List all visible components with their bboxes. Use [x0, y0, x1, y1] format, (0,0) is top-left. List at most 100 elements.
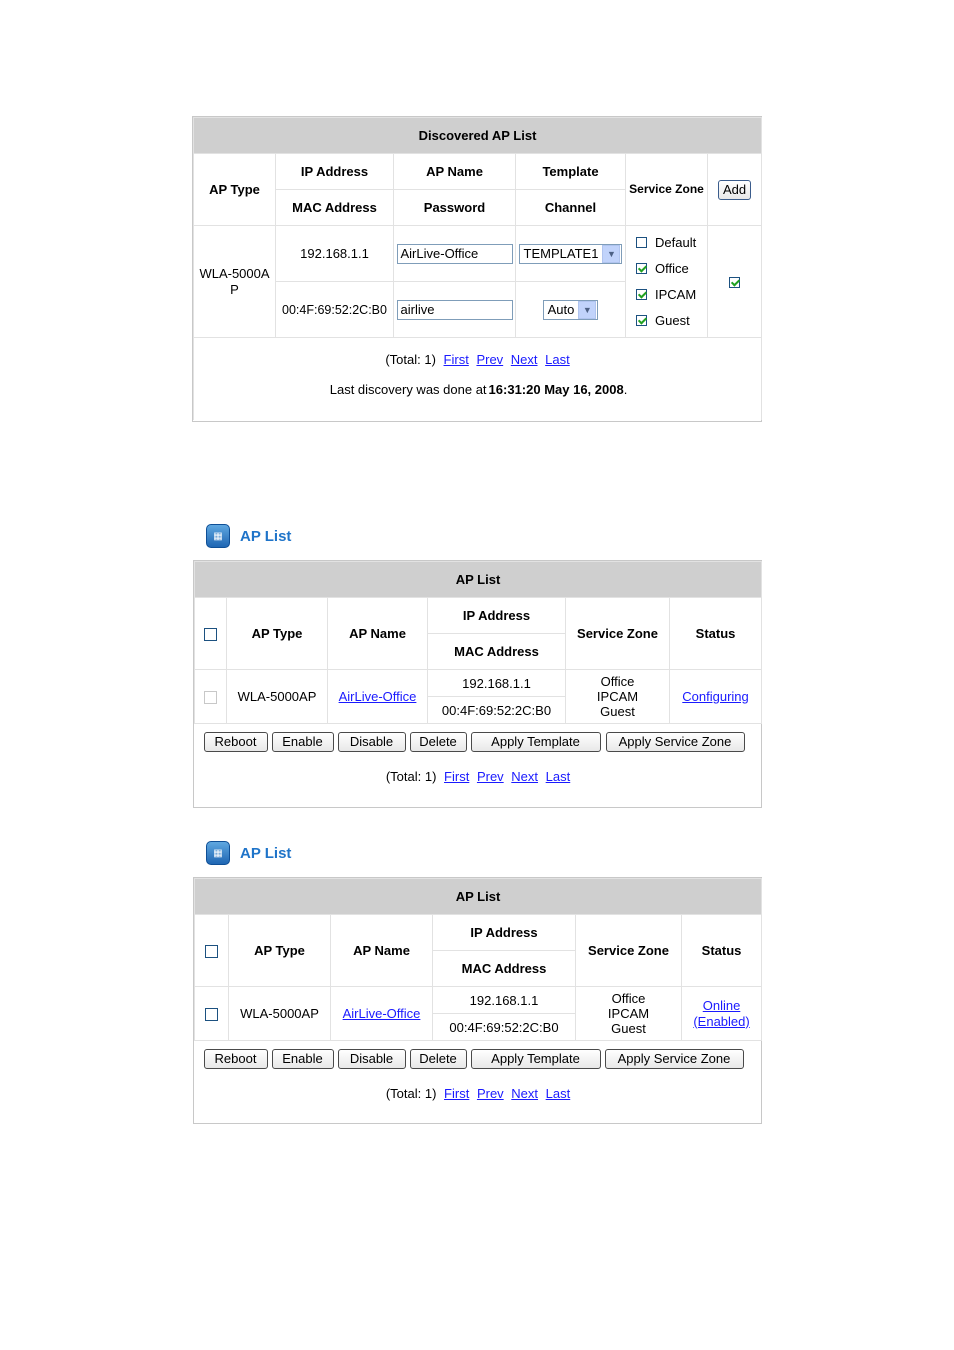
- channel-select[interactable]: Auto ▼: [542, 299, 599, 320]
- select-all-cell: [194, 597, 227, 670]
- password-cell: airlive: [393, 281, 516, 338]
- ap-list-title: AP List: [193, 878, 763, 915]
- pager-prev-link[interactable]: Prev: [476, 352, 503, 367]
- zone-checkbox-office[interactable]: [636, 263, 647, 274]
- col-service-zone: Service Zone: [565, 597, 670, 670]
- table-row: WLA-5000AP AirLive-Office 192.168.1.1 Of…: [194, 986, 763, 1041]
- template-cell: TEMPLATE1 ▼: [515, 225, 626, 282]
- discovered-footer: (Total: 1) First Prev Next Last Last dis…: [192, 337, 763, 420]
- disable-button[interactable]: Disable: [337, 732, 406, 752]
- ap-list-table-1: AP List AP Type AP Name IP Address Servi…: [193, 561, 763, 808]
- ap-list-title: AP List: [193, 561, 763, 598]
- mac-cell: 00:4F:69:52:2C:B0: [427, 696, 566, 724]
- chevron-down-icon: ▼: [602, 244, 621, 263]
- col-ap-type: AP Type: [226, 597, 328, 670]
- delete-button[interactable]: Delete: [409, 732, 467, 752]
- pager-last-link[interactable]: Last: [546, 1086, 571, 1101]
- ap-list-footer: Reboot Enable Disable Delete Apply Templ…: [195, 724, 762, 808]
- col-template: Template: [515, 153, 626, 190]
- discovered-ap-table: Discovered AP List AP Type IP Address AP…: [192, 117, 763, 420]
- discovered-ap-title: Discovered AP List: [192, 117, 763, 154]
- mac-cell: 00:4F:69:52:2C:B0: [275, 281, 394, 338]
- col-channel: Channel: [515, 189, 626, 226]
- status-online-link[interactable]: Online: [703, 998, 741, 1013]
- col-ap-name: AP Name: [327, 597, 428, 670]
- zone-label: Guest: [655, 313, 690, 328]
- pager: (Total: 1) First Prev Next Last: [385, 769, 571, 784]
- pager-next-link[interactable]: Next: [511, 769, 538, 784]
- password-input[interactable]: airlive: [396, 299, 513, 320]
- ip-cell: 192.168.1.1: [427, 669, 566, 697]
- select-all-checkbox[interactable]: [204, 628, 217, 642]
- row-checkbox[interactable]: [205, 1008, 218, 1022]
- zone-cell: Default Office IPCAM Guest: [625, 225, 708, 338]
- enable-button[interactable]: Enable: [271, 732, 334, 752]
- add-check-cell: [706, 225, 763, 338]
- grid-icon: ▦: [206, 524, 230, 548]
- discovery-note: Last discovery was done at 16:31:20 May 1…: [329, 382, 628, 397]
- ap-type-cell: WLA-5000AP: [193, 225, 276, 338]
- pager-next-link[interactable]: Next: [511, 352, 538, 367]
- pager-prev-link[interactable]: Prev: [477, 769, 504, 784]
- col-ip-address: IP Address: [427, 597, 566, 634]
- pager-last-link[interactable]: Last: [545, 352, 570, 367]
- template-select[interactable]: TEMPLATE1 ▼: [518, 243, 623, 264]
- zone-cell: Office IPCAM Guest: [575, 986, 682, 1041]
- status-enabled-link[interactable]: (Enabled): [693, 1014, 749, 1029]
- row-checkbox[interactable]: [204, 691, 217, 705]
- ap-type-cell: WLA-5000AP: [226, 669, 328, 724]
- zone-label: Office: [655, 261, 689, 276]
- ip-cell: 192.168.1.1: [275, 225, 394, 282]
- col-service-zone: Service Zone: [625, 153, 708, 226]
- col-mac-address: MAC Address: [427, 633, 566, 670]
- col-mac-address: MAC Address: [432, 950, 576, 987]
- zone-cell: Office IPCAM Guest: [565, 669, 670, 724]
- discovered-ap-panel: Discovered AP List AP Type IP Address AP…: [192, 116, 763, 422]
- reboot-button[interactable]: Reboot: [203, 1049, 268, 1069]
- reboot-button[interactable]: Reboot: [203, 732, 268, 752]
- pager-first-link[interactable]: First: [444, 352, 469, 367]
- ap-name-link[interactable]: AirLive-Office: [343, 1006, 421, 1021]
- col-ap-type: AP Type: [228, 914, 331, 987]
- enable-button[interactable]: Enable: [271, 1049, 334, 1069]
- zone-option-default: Default: [636, 230, 705, 256]
- zone-option-ipcam: IPCAM: [636, 282, 705, 308]
- pager-first-link[interactable]: First: [444, 769, 469, 784]
- col-status: Status: [668, 597, 763, 670]
- grid-icon: ▦: [206, 841, 230, 865]
- apply-service-zone-button[interactable]: Apply Service Zone: [604, 1049, 744, 1069]
- col-mac-address: MAC Address: [275, 189, 394, 226]
- pager: (Total: 1) First Prev Next Last: [385, 1086, 571, 1101]
- disable-button[interactable]: Disable: [337, 1049, 406, 1069]
- pager-prev-link[interactable]: Prev: [477, 1086, 504, 1101]
- col-status: Status: [680, 914, 763, 987]
- apply-template-button[interactable]: Apply Template: [470, 1049, 601, 1069]
- pager-last-link[interactable]: Last: [546, 769, 571, 784]
- status-link[interactable]: Configuring: [682, 689, 749, 704]
- zone-checkbox-default[interactable]: [636, 237, 647, 248]
- delete-button[interactable]: Delete: [409, 1049, 467, 1069]
- col-ip-address: IP Address: [432, 914, 576, 951]
- add-checkbox[interactable]: [729, 277, 741, 289]
- pager-next-link[interactable]: Next: [511, 1086, 538, 1101]
- ap-list-heading-1: ▦ AP List: [206, 524, 291, 548]
- ap-name-link[interactable]: AirLive-Office: [339, 689, 417, 704]
- chevron-down-icon: ▼: [578, 300, 597, 319]
- zone-checkbox-ipcam[interactable]: [636, 289, 647, 300]
- zone-list: Default Office IPCAM Guest: [636, 230, 705, 334]
- channel-cell: Auto ▼: [515, 281, 626, 338]
- zone-label: IPCAM: [655, 287, 697, 302]
- select-all-cell: [194, 914, 229, 987]
- pager-first-link[interactable]: First: [444, 1086, 469, 1101]
- col-ip-address: IP Address: [275, 153, 394, 190]
- col-ap-type: AP Type: [193, 153, 276, 226]
- ip-cell: 192.168.1.1: [432, 986, 576, 1014]
- zone-checkbox-guest[interactable]: [636, 315, 647, 326]
- apply-template-button[interactable]: Apply Template: [470, 732, 601, 752]
- ap-name-input[interactable]: AirLive-Office: [396, 243, 513, 264]
- apply-service-zone-button[interactable]: Apply Service Zone: [605, 732, 745, 752]
- col-ap-name: AP Name: [330, 914, 433, 987]
- add-button[interactable]: Add: [717, 179, 752, 200]
- ap-list-footer: Reboot Enable Disable Delete Apply Templ…: [195, 1041, 762, 1125]
- select-all-checkbox[interactable]: [205, 945, 218, 959]
